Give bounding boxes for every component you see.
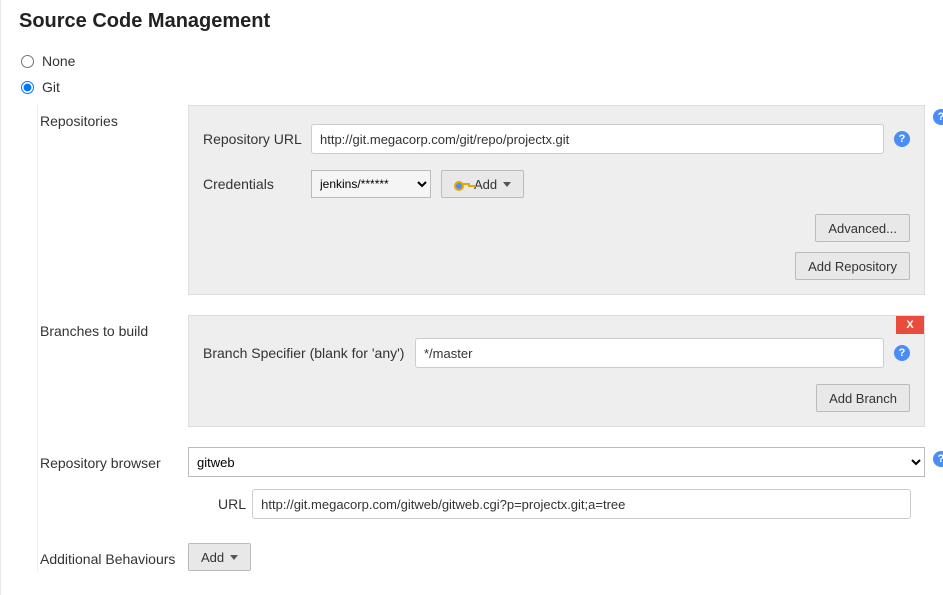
branch-panel: X Branch Specifier (blank for 'any') ? A… [188,315,925,427]
scm-radio-none[interactable] [21,55,34,68]
key-icon [454,180,468,188]
help-icon[interactable]: ? [894,345,910,361]
section-title: Source Code Management [19,10,925,33]
add-branch-button[interactable]: Add Branch [816,384,910,412]
help-icon[interactable]: ? [933,451,943,467]
scm-none-label: None [42,53,75,69]
add-behaviour-button[interactable]: Add [188,543,251,571]
add-credentials-label: Add [474,177,497,192]
advanced-button[interactable]: Advanced... [815,214,910,242]
repository-panel: Repository URL ? Credentials jenkins/***… [188,105,925,295]
branch-specifier-label: Branch Specifier (blank for 'any') [203,345,415,361]
add-behaviour-label: Add [201,550,224,565]
repo-browser-select[interactable]: gitweb [188,447,925,477]
chevron-down-icon [230,555,238,560]
scm-option-git[interactable]: Git [21,79,925,95]
browser-url-label: URL [218,496,252,512]
additional-behaviours-label: Additional Behaviours [40,543,188,567]
credentials-select[interactable]: jenkins/****** [311,170,431,198]
help-icon[interactable]: ? [933,109,943,125]
add-credentials-button[interactable]: Add [441,170,524,198]
scm-option-none[interactable]: None [21,53,925,69]
scm-radio-git[interactable] [21,81,34,94]
repositories-label: Repositories [40,105,188,129]
chevron-down-icon [503,182,511,187]
repo-browser-label: Repository browser [40,447,188,471]
add-repository-button[interactable]: Add Repository [795,252,910,280]
repo-url-label: Repository URL [203,131,311,147]
credentials-label: Credentials [203,176,311,192]
repo-url-input[interactable] [311,124,884,154]
browser-url-input[interactable] [252,489,911,519]
branch-specifier-input[interactable] [415,338,884,368]
scm-git-label: Git [42,79,60,95]
delete-branch-button[interactable]: X [896,316,924,334]
branches-label: Branches to build [40,315,188,339]
help-icon[interactable]: ? [894,131,910,147]
